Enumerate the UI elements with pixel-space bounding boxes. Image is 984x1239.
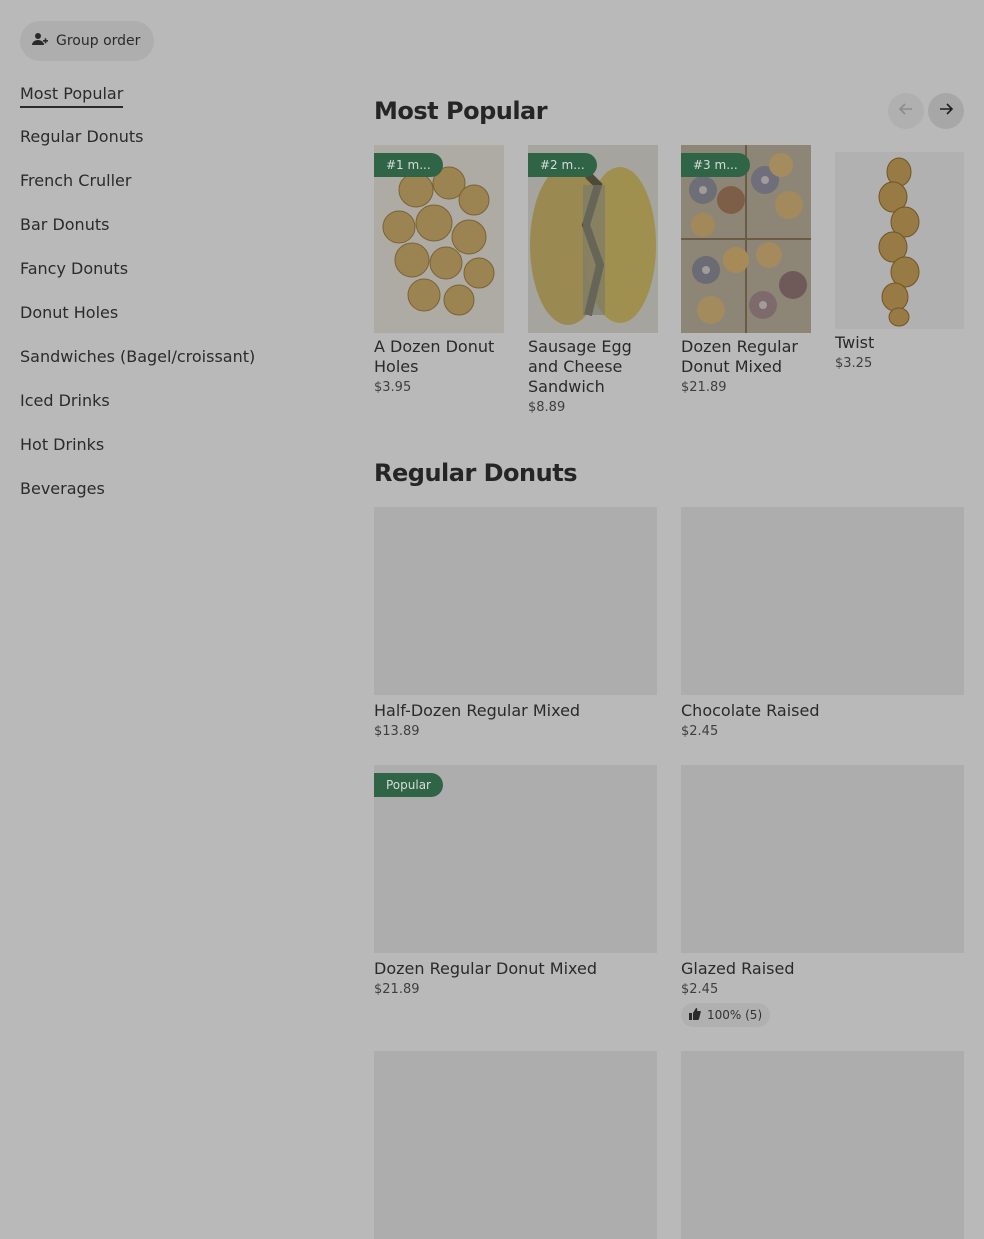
rank-badge: #1 m...: [374, 153, 443, 177]
item-image-placeholder: Popular: [374, 765, 657, 953]
popular-item-card[interactable]: Twist $3.25: [835, 152, 964, 371]
item-price: $3.95: [374, 380, 412, 395]
menu-item-card[interactable]: [374, 1051, 657, 1239]
nav-item-sandwiches[interactable]: Sandwiches (Bagel/croissant): [20, 344, 255, 388]
menu-item-card[interactable]: [681, 1051, 964, 1239]
item-name: Dozen Regular Donut Mixed: [374, 959, 598, 978]
item-price: $3.25: [835, 356, 873, 371]
carousel-next-button[interactable]: [928, 93, 964, 129]
popular-item-card[interactable]: #1 m... A Dozen Donut Holes $3.95: [374, 145, 504, 395]
donut-holes-image: #1 m...: [374, 145, 504, 333]
nav-item-french-cruller[interactable]: French Cruller: [20, 168, 255, 212]
nav-item-iced-drinks[interactable]: Iced Drinks: [20, 388, 255, 432]
item-price: $2.45: [681, 982, 719, 997]
carousel-prev-button[interactable]: [888, 93, 924, 129]
item-name: Sausage Egg and Cheese Sandwich: [528, 337, 632, 396]
item-price: $2.45: [681, 724, 719, 739]
nav-item-bar-donuts[interactable]: Bar Donuts: [20, 212, 255, 256]
item-price: $13.89: [374, 724, 420, 739]
item-price: $8.89: [528, 400, 566, 415]
item-image-placeholder: [681, 765, 964, 953]
popular-badge: Popular: [374, 773, 443, 797]
item-image-placeholder: [374, 1051, 657, 1239]
nav-item-donut-holes[interactable]: Donut Holes: [20, 300, 255, 344]
popular-item-card[interactable]: #2 m... Sausage Egg and Cheese Sandwich …: [528, 145, 658, 415]
nav-item-regular-donuts[interactable]: Regular Donuts: [20, 124, 255, 168]
group-order-button[interactable]: Group order: [20, 21, 154, 61]
dozen-donuts-image: #3 m...: [681, 145, 811, 333]
group-order-label: Group order: [56, 33, 141, 49]
arrow-right-icon: [938, 101, 954, 121]
item-name: Dozen Regular Donut Mixed: [681, 337, 798, 376]
menu-item-card[interactable]: Half-Dozen Regular Mixed $13.89: [374, 507, 657, 739]
rank-badge: #3 m...: [681, 153, 750, 177]
rating-badge: 100% (5): [681, 1003, 771, 1027]
most-popular-heading: Most Popular: [374, 97, 548, 125]
item-name: Twist: [835, 333, 875, 352]
nav-item-beverages[interactable]: Beverages: [20, 476, 255, 520]
menu-item-card[interactable]: Chocolate Raised $2.45: [681, 507, 964, 739]
nav-item-hot-drinks[interactable]: Hot Drinks: [20, 432, 255, 476]
sandwich-image: #2 m...: [528, 145, 658, 333]
item-name: A Dozen Donut Holes: [374, 337, 495, 376]
nav-item-most-popular[interactable]: Most Popular: [20, 82, 124, 108]
thumbs-up-icon: [689, 1007, 701, 1023]
nav-item-fancy-donuts[interactable]: Fancy Donuts: [20, 256, 255, 300]
menu-item-card[interactable]: Popular Dozen Regular Donut Mixed $21.89: [374, 765, 657, 997]
popular-item-card[interactable]: #3 m... Dozen Regular Donut Mixed $21.89: [681, 145, 811, 395]
item-image-placeholder: [681, 507, 964, 695]
arrow-left-icon: [898, 101, 914, 121]
twist-image: [835, 152, 964, 329]
rank-badge: #2 m...: [528, 153, 597, 177]
add-person-icon: [32, 31, 48, 51]
item-name: Chocolate Raised: [681, 701, 820, 720]
item-image-placeholder: [681, 1051, 964, 1239]
item-image-placeholder: [374, 507, 657, 695]
regular-donuts-heading: Regular Donuts: [374, 459, 577, 487]
item-price: $21.89: [681, 380, 727, 395]
category-nav: Most Popular Regular Donuts French Crull…: [20, 82, 255, 520]
item-name: Half-Dozen Regular Mixed: [374, 701, 581, 720]
item-price: $21.89: [374, 982, 420, 997]
item-name: Glazed Raised: [681, 959, 795, 978]
rating-text: 100% (5): [707, 1008, 763, 1022]
menu-item-card[interactable]: Glazed Raised $2.45 100% (5): [681, 765, 964, 1027]
